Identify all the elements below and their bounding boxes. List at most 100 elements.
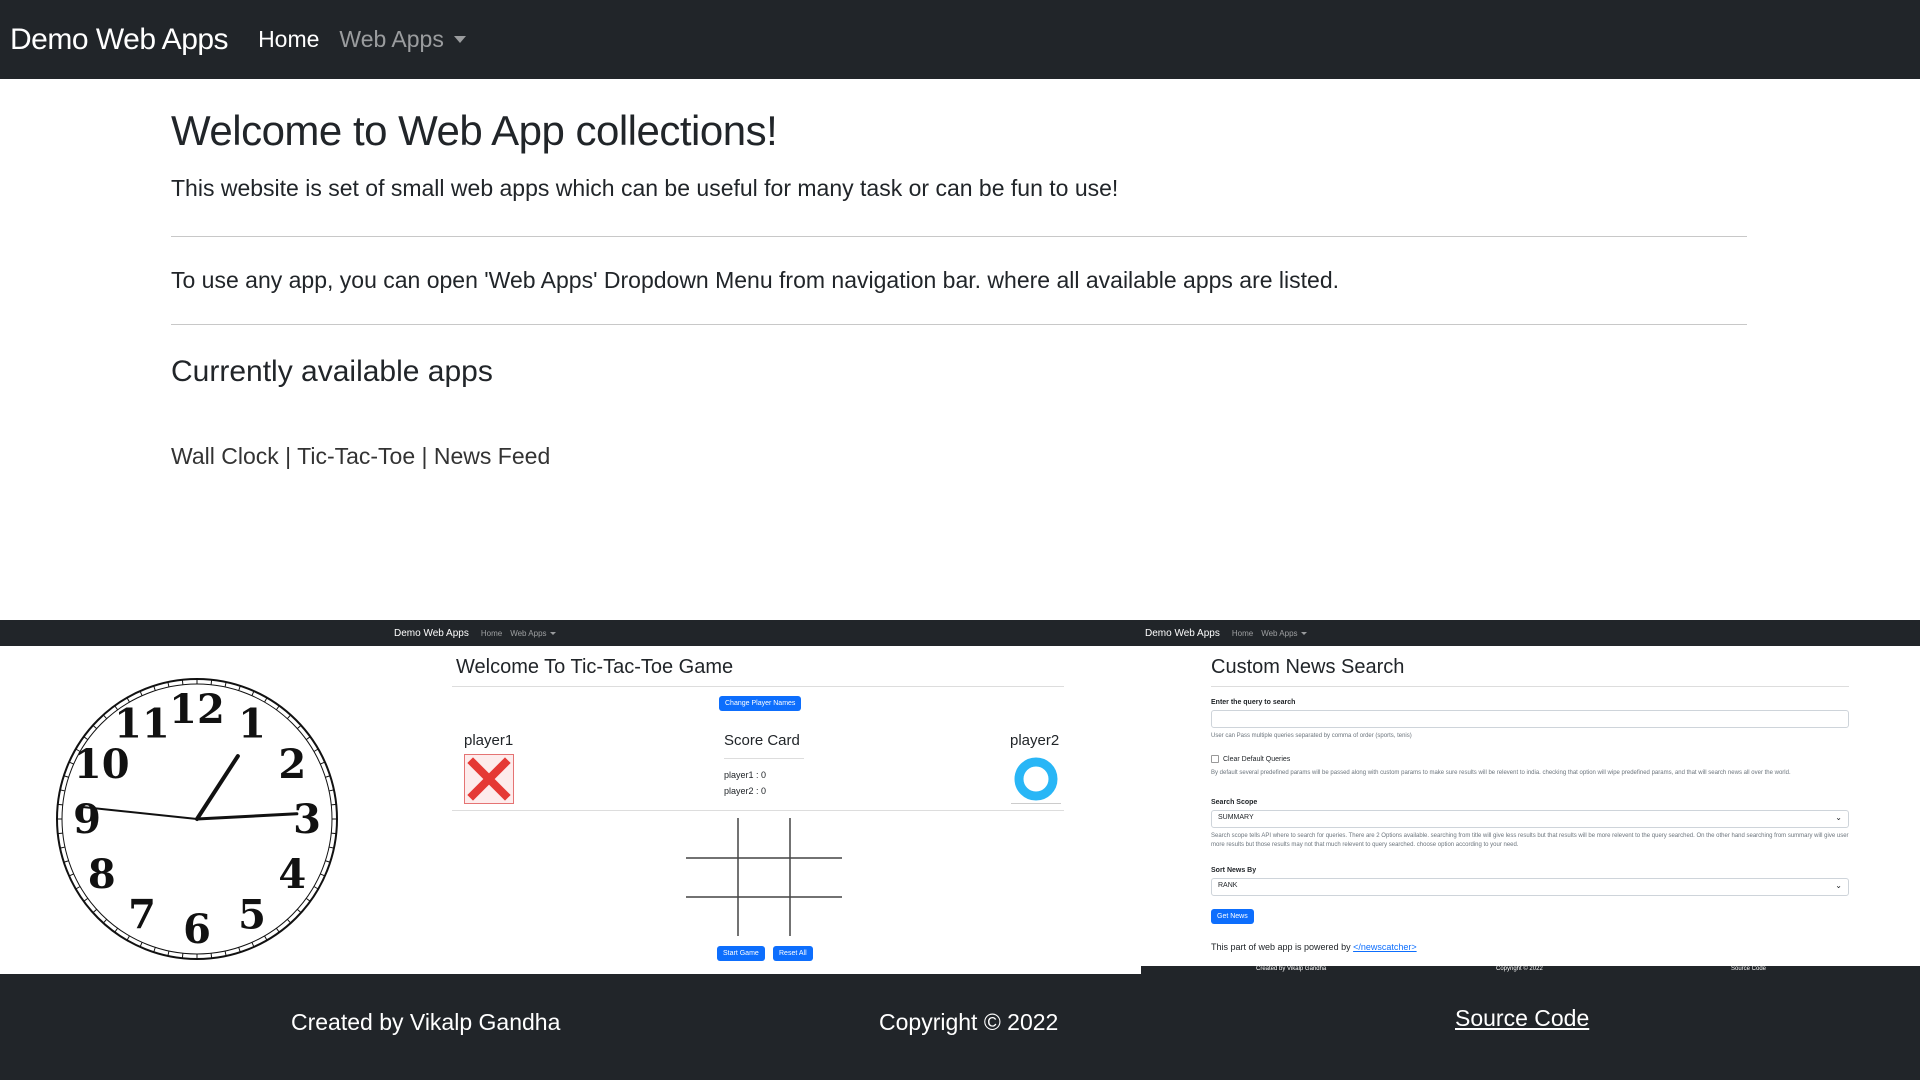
divider	[1211, 686, 1849, 687]
scope-group: Search Scope SUMMARY ⌄ Search scope tell…	[1211, 799, 1849, 850]
clock-screenshot: 12 1 2 3 4 5 6 7 8 9 10 11	[0, 620, 390, 974]
divider	[171, 324, 1747, 325]
instruction-text: To use any app, you can open 'Web Apps' …	[171, 267, 1340, 293]
divider	[724, 758, 804, 759]
clock-number: 6	[183, 906, 211, 953]
sort-group: Sort News By RANK ⌄	[1211, 867, 1849, 896]
clock-number: 1	[238, 701, 266, 748]
source-code-link[interactable]: Source Code	[1455, 1005, 1589, 1032]
mini-nav-home: Home	[480, 628, 503, 638]
mini-footer: Created by Vikalp Gandha Copyright © 202…	[1141, 966, 1920, 974]
scope-select[interactable]: SUMMARY ⌄	[1211, 810, 1849, 828]
divider	[452, 810, 1064, 811]
scope-help: Search scope tells API where to search f…	[1211, 833, 1849, 848]
mini-navbar: Demo Web Apps Home Web Apps	[1141, 620, 1920, 646]
mini-navbar	[0, 620, 390, 646]
clock-number: 9	[73, 796, 101, 843]
clear-default-help: By default several predefined params wil…	[1211, 770, 1791, 776]
clear-default-group: Clear Default Queries	[1211, 755, 1849, 763]
page-lead: This website is set of small web apps wh…	[171, 175, 1119, 201]
o-icon	[1014, 757, 1058, 800]
query-help: User can Pass multiple queries separated…	[1211, 733, 1412, 739]
chevron-down-icon: ⌄	[1835, 813, 1842, 822]
nav-web-apps-label: Web Apps	[339, 26, 444, 52]
chevron-down-icon: ⌄	[1835, 881, 1842, 890]
sort-label: Sort News By	[1211, 867, 1257, 874]
nav-home-link[interactable]: Home	[258, 26, 319, 53]
footer-created-by: Created by Vikalp Gandha	[291, 1009, 561, 1035]
clock-number: 2	[278, 741, 306, 788]
mini-footer-created: Created by Vikalp Gandha	[1256, 966, 1327, 972]
mini-nav-web-apps: Web Apps	[1261, 628, 1307, 638]
page-footer: Created by Vikalp Gandha Copyright © 202…	[0, 974, 1920, 1080]
start-game-button[interactable]: Start Game	[717, 946, 765, 961]
mini-nav-web-apps: Web Apps	[510, 628, 556, 638]
news-search-screenshot: Demo Web Apps Home Web Apps Custom News …	[1141, 620, 1920, 974]
ttt-title: Welcome To Tic-Tac-Toe Game	[456, 656, 734, 678]
sort-select-value: RANK	[1218, 882, 1238, 889]
clear-default-checkbox[interactable]	[1211, 755, 1219, 763]
divider	[452, 686, 1064, 687]
wall-clock: 12 12 3 45678 9 1011	[56, 678, 338, 960]
mini-nav-home: Home	[1231, 628, 1254, 638]
player2-label: player2	[1010, 732, 1060, 749]
mini-navbar: Demo Web Apps Home Web Apps	[390, 620, 1141, 646]
clock-tick	[57, 832, 63, 835]
navbar-brand[interactable]: Demo Web Apps	[10, 23, 229, 57]
x-icon	[467, 757, 511, 801]
query-input[interactable]	[1211, 710, 1849, 728]
mini-navbar-brand: Demo Web Apps	[1145, 627, 1220, 639]
separator: |	[285, 443, 292, 469]
mini-footer-source: Source Code	[1731, 966, 1767, 972]
clock-face: 12 12 3 45678 9 1011	[56, 678, 338, 960]
clock-number: 11	[114, 701, 170, 748]
scope-select-value: SUMMARY	[1218, 814, 1254, 821]
tic-tac-toe-screenshot: Demo Web Apps Home Web Apps Welcome To T…	[390, 620, 1141, 974]
clock-number: 4	[278, 851, 306, 898]
clear-default-label: Clear Default Queries	[1223, 755, 1291, 763]
newscatcher-link[interactable]: </newscatcher>	[1353, 942, 1417, 952]
score-player2: player2 : 0	[724, 786, 767, 796]
clock-number: 8	[88, 851, 116, 898]
scope-label: Search Scope	[1211, 799, 1258, 806]
player2-symbol	[1011, 754, 1061, 804]
player1-symbol	[464, 754, 514, 804]
player1-label: player1	[464, 732, 514, 749]
clock-tick	[181, 679, 184, 685]
divider	[171, 236, 1747, 237]
clock-tick	[181, 953, 184, 959]
clock-number: 12	[169, 686, 225, 733]
nav-web-apps-dropdown[interactable]: Web Apps	[339, 26, 466, 53]
query-group: Enter the query to search User can Pass …	[1211, 699, 1849, 739]
clock-tick	[331, 832, 337, 835]
powered-by: This part of web app is powered by </new…	[1211, 942, 1417, 952]
change-player-names-button[interactable]: Change Player Names	[719, 696, 802, 711]
clock-tick	[57, 803, 63, 806]
clock-number: 7	[128, 891, 156, 938]
mini-nav-web-apps-label: Web Apps	[1261, 628, 1298, 638]
chevron-down-icon	[1300, 631, 1307, 635]
page-title: Welcome to Web App collections!	[171, 107, 778, 154]
mini-nav-web-apps-label: Web Apps	[510, 628, 547, 638]
query-label: Enter the query to search	[1211, 699, 1296, 706]
clock-tick	[210, 953, 213, 959]
clock-number: 5	[238, 891, 266, 938]
app-link-wall-clock[interactable]: Wall Clock	[171, 443, 279, 469]
clock-tick	[210, 679, 213, 685]
app-link-tic-tac-toe[interactable]: Tic-Tac-Toe	[297, 443, 415, 469]
separator: |	[421, 443, 428, 469]
powered-by-text: This part of web app is powered by	[1211, 942, 1354, 952]
main-content: Welcome to Web App collections! This web…	[171, 79, 1747, 470]
clock-number: 3	[293, 796, 321, 843]
score-card-title: Score Card	[724, 732, 800, 749]
get-news-button[interactable]: Get News	[1211, 909, 1254, 924]
game-board[interactable]	[686, 818, 842, 936]
apps-heading: Currently available apps	[171, 355, 493, 388]
app-link-news-feed[interactable]: News Feed	[434, 443, 550, 469]
clock-tick	[331, 803, 337, 806]
mini-navbar-brand: Demo Web Apps	[394, 627, 469, 639]
score-player1: player1 : 0	[724, 770, 767, 780]
reset-all-button[interactable]: Reset All	[773, 946, 813, 961]
chevron-down-icon	[453, 36, 466, 43]
sort-select[interactable]: RANK ⌄	[1211, 878, 1849, 896]
